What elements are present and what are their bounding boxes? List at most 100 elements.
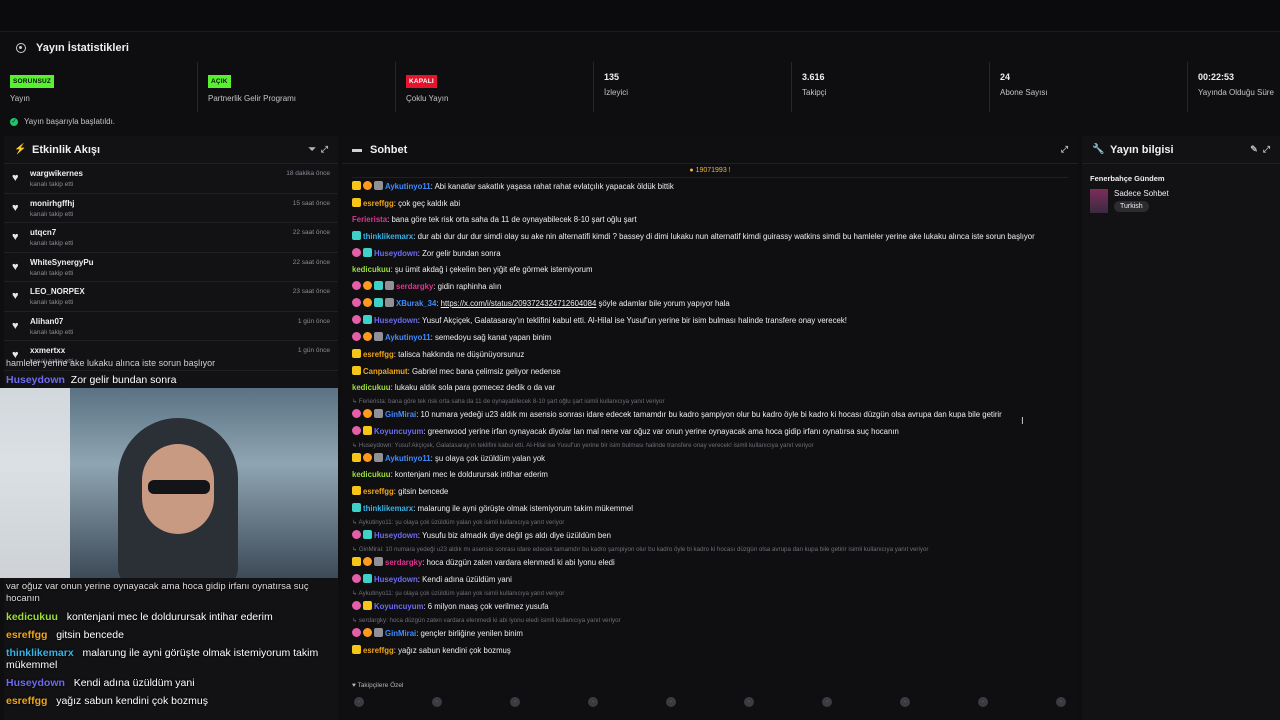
chat-username[interactable]: Aykutinyo11 <box>385 454 431 463</box>
chat-message: serdargky: hoca düzgün zaten vardara ele… <box>352 554 1068 571</box>
event-type: kanalı takip etti <box>30 269 74 277</box>
chat-username[interactable]: Huseydown <box>374 316 418 325</box>
chat-text: gitsin bencede <box>398 487 449 496</box>
stat-label: Abone Sayısı <box>1000 88 1048 97</box>
gift-icon <box>385 298 394 307</box>
stat-2: KAPALI Çoklu Yayın <box>396 62 594 112</box>
chat-message: GinMirai: gençler birliğine yenilen bini… <box>352 625 1068 642</box>
overlay-message: esreffgg yağız sabun kendini çok bozmuş <box>0 692 340 710</box>
filter-icon[interactable]: ⏷ ⤢ <box>309 144 328 155</box>
overlay-chat: var oğuz var onun yerine oynayacak ama h… <box>0 578 340 720</box>
chat-username[interactable]: serdargky <box>396 282 433 291</box>
emote-icon[interactable]: · <box>588 697 598 707</box>
chat-username[interactable]: Huseydown <box>374 531 418 540</box>
emote-icon[interactable]: · <box>978 697 988 707</box>
edit-icon[interactable]: ✎ ⤢ <box>1250 144 1270 155</box>
pinned-message[interactable]: ● 19071993 ! <box>352 164 1068 178</box>
event-row[interactable]: ♥ LEO_NORPEX kanalı takip etti 23 saat önce <box>4 282 338 312</box>
emote-icon[interactable]: · <box>744 697 754 707</box>
chat-message: Huseydown: Zor gelir bundan sonra <box>352 245 1068 262</box>
event-time: 1 gün önce <box>297 317 330 325</box>
reply-notice: ↳ Aykutinyo11: şu olaya çok üzüldüm yala… <box>352 590 565 597</box>
message-list: Aykutinyo11: Abi kanatlar sakatlık yaşas… <box>352 178 1068 659</box>
emote-icon[interactable]: · <box>900 697 910 707</box>
gift-icon <box>374 557 383 566</box>
chat-username[interactable]: Huseydown <box>374 249 418 258</box>
chat-text: kontenjani mec le doldurursak intihar ed… <box>394 470 548 479</box>
emote-icon[interactable]: · <box>354 697 364 707</box>
chat-text: lukaku aldık sola para gomecez dedik o d… <box>394 383 556 392</box>
stat-label: Yayında Olduğu Süre <box>1198 88 1274 97</box>
chat-username[interactable]: GinMirai <box>385 410 416 419</box>
event-row[interactable]: ♥ monirhgffhj kanalı takip etti 15 saat önc… <box>4 194 338 223</box>
stat-label: İzleyici <box>604 88 629 97</box>
category-name[interactable]: Sadece Sohbet <box>1114 189 1169 198</box>
reply-notice: ↳ Ferierista: bana göre tek risk orta sa… <box>352 398 665 405</box>
chat-username[interactable]: esreffgg <box>363 350 394 359</box>
chat-username[interactable]: esreffgg <box>363 487 394 496</box>
activity-title: Etkinlik Akışı <box>32 143 101 156</box>
chat-username[interactable]: Aykutinyo11 <box>385 333 431 342</box>
event-time: 18 dakika önce <box>286 170 330 177</box>
event-row[interactable]: ♥ utqcn7 kanalı takip etti 22 saat önce <box>4 223 338 253</box>
event-type: kanalı takip etti <box>30 210 74 218</box>
chat-username[interactable]: kedicukuu <box>352 470 391 479</box>
chat-message: Koyuncuyum: greenwood yerine irfan oynay… <box>352 423 1068 440</box>
stream-status: ✓ Yayın başarıyla başlatıldı. <box>10 117 115 126</box>
chat-username[interactable]: Koyuncuyum <box>374 602 423 611</box>
chat-text: çok geç kaldık abi <box>398 199 461 208</box>
chat-username[interactable]: esreffgg <box>363 646 394 655</box>
chat-message: Aykutinyo11: Abi kanatlar sakatlık yaşas… <box>352 178 1068 195</box>
event-row[interactable]: ♥ WhiteSynergyPu kanalı takip etti 22 saat … <box>4 253 338 282</box>
chat-text: dur abi dur dur dur simdi olay su ake ni… <box>417 232 1035 241</box>
chat-message: esreffgg: yağız sabun kendini çok bozmuş <box>352 642 1068 659</box>
language-tag[interactable]: Turkish <box>1114 201 1149 212</box>
chat-username[interactable]: serdargky <box>385 558 422 567</box>
emote-icon[interactable]: · <box>510 697 520 707</box>
emote-icon[interactable]: · <box>822 697 832 707</box>
emote-icon[interactable]: · <box>432 697 442 707</box>
event-time: 22 saat önce <box>292 229 330 236</box>
heart-badge-icon <box>352 628 361 637</box>
stats-header: Yayın İstatistikleri <box>0 36 1280 60</box>
heart-icon: ♥ <box>12 260 19 273</box>
chat-username[interactable]: thinklikemarx <box>363 232 413 241</box>
coin-icon <box>363 181 372 190</box>
sub-badge-icon <box>374 281 383 290</box>
chat-username[interactable]: thinklikemarx <box>363 504 413 513</box>
chat-username[interactable]: Ferierista <box>352 215 387 224</box>
stat-label: Yayın <box>10 94 30 103</box>
bolt-icon: ⚡ <box>14 144 27 155</box>
chat-message: kedicukuu: lukaku aldık sola para gomece… <box>352 383 556 392</box>
chat-username[interactable]: Aykutinyo11 <box>385 182 431 191</box>
chat-username[interactable]: Koyuncuyum <box>374 427 423 436</box>
chat-username[interactable]: XBurak_34 <box>396 299 436 308</box>
followers-only-label: ♥ Takipçilere Özel <box>352 682 404 689</box>
chat-username[interactable]: Canpalamut <box>363 367 408 376</box>
chat-link[interactable]: https://x.com/i/status/20937243247126040… <box>441 299 597 308</box>
activity-list: ♥ wargwikernes kanalı takip etti 18 dakika … <box>4 164 338 371</box>
event-type: kanalı takip etti <box>30 328 74 336</box>
chat-username[interactable]: Huseydown <box>374 575 418 584</box>
overlay-message: kedicukuu kontenjani mec le doldurursak … <box>0 608 340 626</box>
heart-icon: ♥ <box>12 319 19 332</box>
emote-bar: · · · · · · · · · · <box>342 689 1078 707</box>
heart-badge-icon <box>352 601 361 610</box>
event-row[interactable]: ♥ wargwikernes kanalı takip etti 18 dakika … <box>4 164 338 194</box>
chat-username[interactable]: esreffgg <box>363 199 394 208</box>
chat-title: Sohbet <box>370 143 408 156</box>
chat-username[interactable]: kedicukuu <box>352 383 391 392</box>
emote-icon[interactable]: · <box>1056 697 1066 707</box>
chat-username[interactable]: kedicukuu <box>352 265 391 274</box>
emote-icon[interactable]: · <box>666 697 676 707</box>
overlay-username: esreffgg <box>6 629 48 641</box>
expand-icon[interactable]: ⤢ <box>1061 144 1068 155</box>
info-header: 🔧 Yayın bilgisi ✎ ⤢ <box>1082 136 1280 164</box>
event-row[interactable]: ♥ Alihan07 kanalı takip etti 1 gün önce <box>4 312 338 341</box>
badge-icon <box>352 349 361 358</box>
badge-icon <box>352 181 361 190</box>
stream-info-panel: 🔧 Yayın bilgisi ✎ ⤢ Fenerbahçe Gündem Sa… <box>1082 136 1280 720</box>
overlay-chat-top: hamleler yerine ake lukaku alınca iste s… <box>0 357 340 391</box>
chat-username[interactable]: GinMirai <box>385 629 416 638</box>
chat-panel: ▬ Sohbet ⤢ ● 19071993 ! Aykutinyo11: Abi… <box>342 136 1078 720</box>
